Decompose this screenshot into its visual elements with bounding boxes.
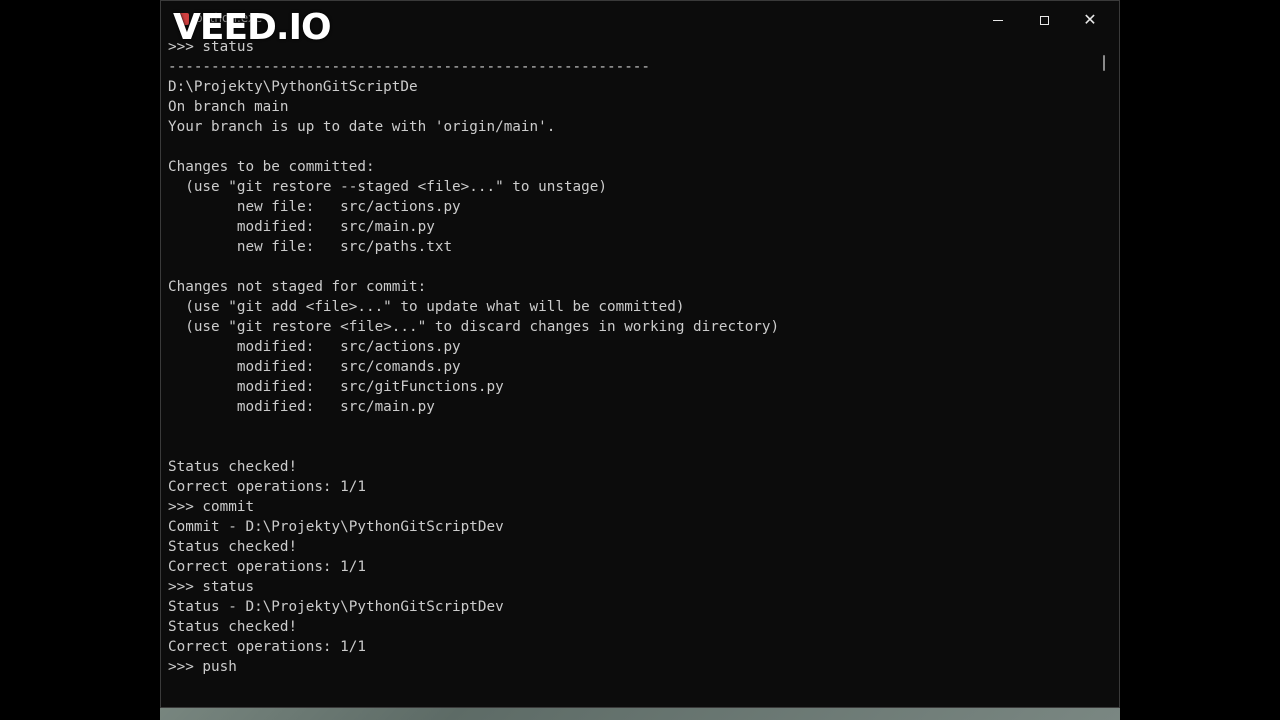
- console-line: new file: src/paths.txt: [168, 239, 453, 255]
- console-line: modified: src/gitFunctions.py: [168, 379, 504, 395]
- console-line: Your branch is up to date with 'origin/m…: [168, 119, 556, 135]
- console-line: modified: src/comands.py: [168, 359, 461, 375]
- close-icon: ✕: [1083, 10, 1097, 29]
- console-line: (use "git restore --staged <file>..." to…: [168, 179, 607, 195]
- console-line: Changes to be committed:: [168, 159, 375, 175]
- console-line: >>> status: [168, 579, 255, 595]
- vertical-scrollbar[interactable]: [1097, 45, 1111, 705]
- maximize-icon: [1039, 15, 1049, 25]
- console-line: Status checked!: [168, 619, 298, 635]
- console-line: Correct operations: 1/1: [168, 479, 366, 495]
- console-line: ----------------------------------------…: [168, 59, 651, 75]
- console-line: new file: src/actions.py: [168, 199, 461, 215]
- console-line: Status - D:\Projekty\PythonGitScriptDev: [168, 599, 504, 615]
- console-line: >>> push: [168, 659, 237, 675]
- console-line: Status checked!: [168, 539, 298, 555]
- console-line: >>> status: [168, 39, 255, 55]
- console-line: (use "git add <file>..." to update what …: [168, 299, 685, 315]
- terminal-window: python.exe VEED.IO ✕ >>> status ---------…: [160, 0, 1120, 708]
- console-line: Changes not staged for commit:: [168, 279, 427, 295]
- console-line: D:\Projekty\PythonGitScriptDe: [168, 79, 418, 95]
- minimize-button[interactable]: [975, 1, 1021, 39]
- minimize-icon: [993, 19, 1003, 21]
- console-line: Correct operations: 1/1: [168, 559, 366, 575]
- console-output[interactable]: >>> status ------------------------------…: [168, 37, 1088, 701]
- console-line: Commit - D:\Projekty\PythonGitScriptDev: [168, 519, 504, 535]
- console-line: Correct operations: 1/1: [168, 639, 366, 655]
- console-line: Status checked!: [168, 459, 298, 475]
- console-line: modified: src/main.py: [168, 219, 435, 235]
- close-button[interactable]: ✕: [1067, 1, 1113, 39]
- maximize-button[interactable]: [1021, 1, 1067, 39]
- title-bar[interactable]: python.exe VEED.IO ✕: [161, 1, 1119, 48]
- scrollbar-thumb[interactable]: [1103, 55, 1105, 71]
- console-line: (use "git restore <file>..." to discard …: [168, 319, 780, 335]
- console-line: >>> commit: [168, 499, 255, 515]
- console-line: modified: src/main.py: [168, 399, 435, 415]
- console-line: modified: src/actions.py: [168, 339, 461, 355]
- console-line: On branch main: [168, 99, 289, 115]
